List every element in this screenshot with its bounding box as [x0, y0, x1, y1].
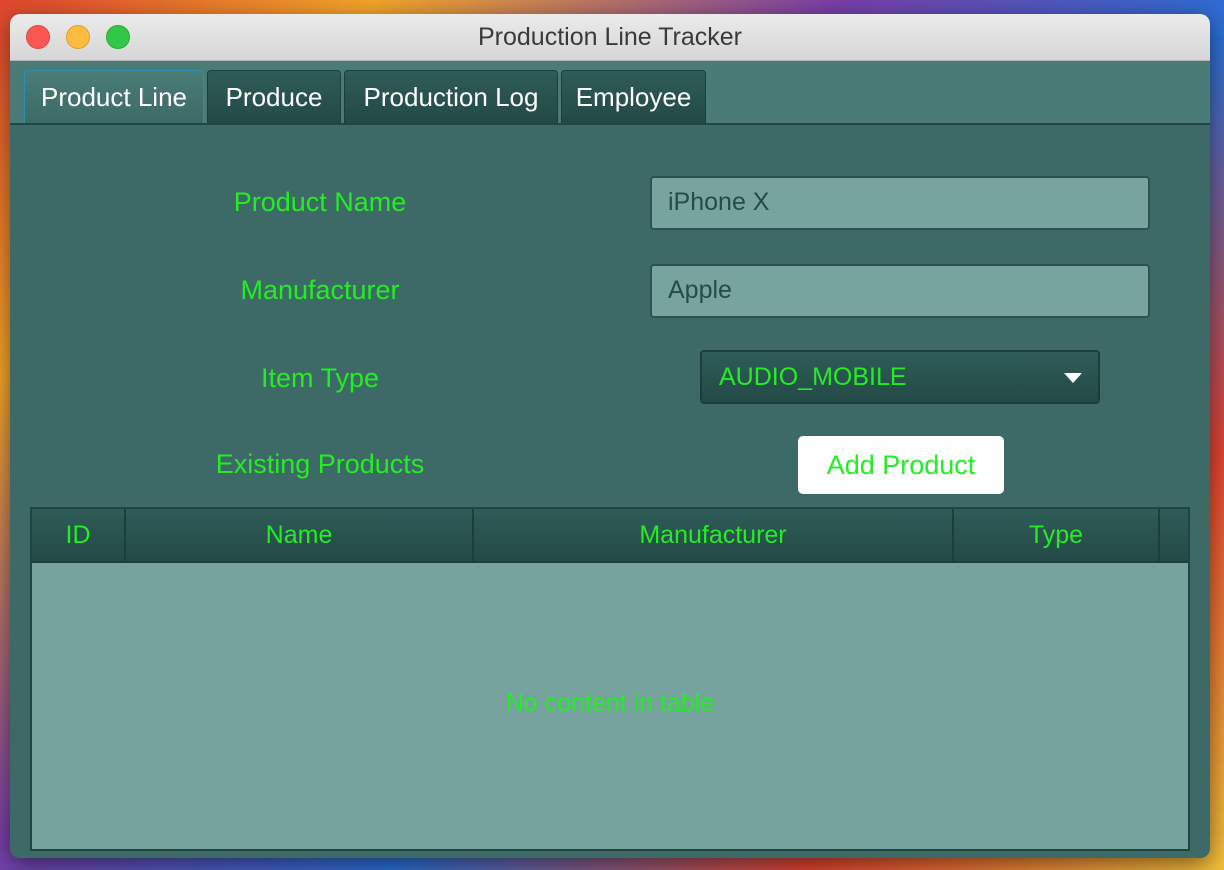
- main-panel: Product Line Produce Production Log Empl…: [10, 61, 1210, 858]
- column-header-id[interactable]: ID: [32, 509, 126, 561]
- app-window: Production Line Tracker Product Line Pro…: [10, 14, 1210, 858]
- tab-employee[interactable]: Employee: [561, 70, 706, 123]
- manufacturer-label: Manufacturer: [240, 275, 400, 305]
- tab-production-log[interactable]: Production Log: [344, 70, 558, 123]
- column-header-name[interactable]: Name: [126, 509, 474, 561]
- table-empty-message: No content in table: [505, 689, 715, 717]
- chevron-down-icon: [1064, 373, 1082, 383]
- tab-produce[interactable]: Produce: [207, 70, 341, 123]
- table-header: ID Name Manufacturer Type: [32, 509, 1188, 563]
- column-header-manufacturer[interactable]: Manufacturer: [474, 509, 954, 561]
- product-name-field[interactable]: iPhone X: [650, 176, 1150, 230]
- item-type-label: Item Type: [260, 363, 380, 393]
- add-product-button[interactable]: Add Product: [798, 436, 1004, 494]
- title-bar: Production Line Tracker: [10, 14, 1210, 61]
- products-table: ID Name Manufacturer Type No content in …: [30, 507, 1190, 851]
- window-title: Production Line Tracker: [477, 23, 743, 51]
- item-type-value: AUDIO_MOBILE: [719, 363, 907, 391]
- tab-product-line[interactable]: Product Line: [24, 70, 204, 123]
- tab-bar: Product Line Produce Production Log Empl…: [10, 61, 1210, 125]
- product-name-label: Product Name: [233, 187, 407, 217]
- manufacturer-field[interactable]: Apple: [650, 264, 1150, 318]
- column-header-type[interactable]: Type: [954, 509, 1160, 561]
- existing-products-label: Existing Products: [215, 449, 425, 479]
- item-type-select[interactable]: AUDIO_MOBILE: [700, 350, 1100, 404]
